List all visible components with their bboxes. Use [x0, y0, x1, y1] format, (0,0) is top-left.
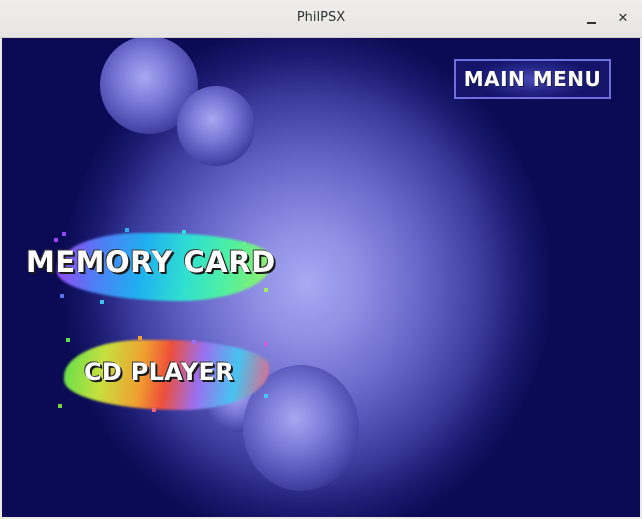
window-title: PhilPSX: [296, 10, 346, 25]
minimize-icon: [586, 22, 596, 24]
paint-fleck: [138, 336, 142, 340]
bios-screen: MAIN MENU MEMORY CARD CD PLAYER: [2, 38, 640, 517]
memory-card-label: MEMORY CARD: [26, 245, 276, 279]
paint-fleck: [125, 228, 129, 232]
paint-fleck: [66, 338, 70, 342]
title-bar[interactable]: PhilPSX ✕: [0, 0, 642, 38]
paint-fleck: [192, 340, 196, 344]
close-icon: ✕: [617, 11, 629, 26]
paint-fleck: [100, 300, 104, 304]
paint-fleck: [182, 230, 186, 234]
bubble-decoration: [177, 86, 255, 166]
paint-fleck: [54, 238, 58, 242]
paint-fleck: [264, 342, 268, 346]
paint-fleck: [264, 394, 268, 398]
paint-fleck: [60, 294, 64, 298]
close-button[interactable]: ✕: [612, 8, 634, 30]
paint-fleck: [62, 232, 66, 236]
app-window: PhilPSX ✕ MAIN MENU MEMORY CARD CD PLAYE…: [0, 0, 642, 519]
paint-fleck: [264, 288, 268, 292]
paint-fleck: [58, 404, 62, 408]
cd-player-label: CD PLAYER: [84, 358, 235, 386]
main-menu-button[interactable]: MAIN MENU: [454, 59, 611, 99]
minimize-button[interactable]: [580, 8, 602, 30]
paint-fleck: [152, 408, 156, 412]
